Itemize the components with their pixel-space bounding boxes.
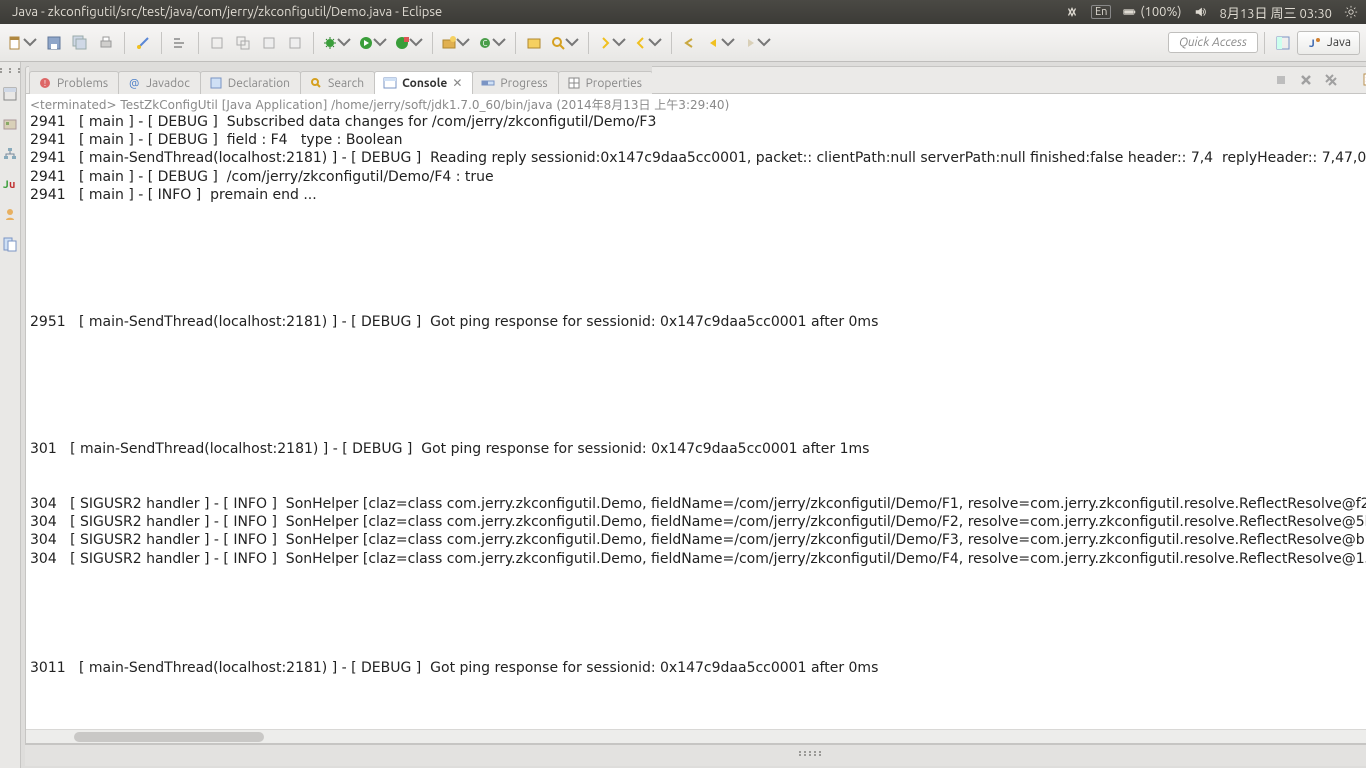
view-tabbar: !Problems @Javadoc Declaration Search Co… [25, 66, 1366, 94]
console-output[interactable]: 2941 [ main ] - [ DEBUG ] Subscribed dat… [26, 113, 1366, 729]
annotation-next-button[interactable] [631, 31, 665, 55]
horizontal-scrollbar[interactable] [26, 729, 1366, 743]
view-toolbar: ⎙ [652, 66, 1366, 94]
left-trim-stack: Ju [0, 62, 21, 768]
new-package-button[interactable] [439, 31, 473, 55]
build-all-button[interactable] [231, 31, 255, 55]
last-edit-button[interactable] [678, 31, 702, 55]
editor-area: !Problems @Javadoc Declaration Search Co… [21, 62, 1366, 768]
junit-icon[interactable]: Ju [0, 174, 20, 194]
debug-button[interactable] [320, 31, 354, 55]
project-explorer-icon[interactable] [0, 234, 20, 254]
svg-text:J: J [1309, 38, 1315, 50]
quick-access-input[interactable]: Quick Access [1168, 32, 1258, 53]
svg-text:J: J [3, 179, 9, 191]
toggle-mark-button[interactable] [257, 31, 281, 55]
toggle-breadcrumb-button[interactable] [168, 31, 192, 55]
svg-text:C: C [483, 39, 488, 48]
open-perspective-button[interactable] [1271, 31, 1295, 55]
window-title: Java - zkconfigutil/src/test/java/com/je… [8, 5, 1065, 19]
hierarchy-icon[interactable] [0, 144, 20, 164]
forward-button[interactable] [740, 31, 774, 55]
java-perspective-button[interactable]: JJava [1297, 31, 1360, 55]
svg-text:u: u [9, 179, 15, 191]
save-button[interactable] [42, 31, 66, 55]
input-method-indicator[interactable]: En [1091, 5, 1111, 19]
remove-all-button[interactable] [1320, 69, 1342, 91]
run-button[interactable] [356, 31, 390, 55]
build-button[interactable] [205, 31, 229, 55]
clear-marks-button[interactable] [283, 31, 307, 55]
network-icon[interactable] [1065, 5, 1079, 19]
close-icon[interactable]: ✕ [452, 76, 462, 90]
svg-text:!: ! [44, 79, 46, 88]
clear-console-button[interactable] [1358, 69, 1366, 91]
main-toolbar: C Quick Access JJava [0, 24, 1366, 62]
tab-search[interactable]: Search [300, 71, 375, 94]
volume-icon[interactable] [1194, 5, 1208, 19]
run-last-button[interactable] [392, 31, 426, 55]
annotation-prev-button[interactable] [595, 31, 629, 55]
restore-view-button[interactable] [0, 84, 20, 104]
console-process-header: <terminated> TestZkConfigUtil [Java Appl… [26, 94, 1366, 113]
console-view: <terminated> TestZkConfigUtil [Java Appl… [25, 94, 1366, 744]
save-all-button[interactable] [68, 31, 92, 55]
link-editor-button[interactable] [131, 31, 155, 55]
workbench: Ju !Problems @Javadoc Declaration Search… [0, 62, 1366, 768]
system-topbar: Java - zkconfigutil/src/test/java/com/je… [0, 0, 1366, 24]
package-explorer-icon[interactable] [0, 114, 20, 134]
gear-icon[interactable] [1344, 5, 1358, 19]
remove-launch-button[interactable] [1295, 69, 1317, 91]
svg-text:@: @ [129, 78, 139, 90]
tab-problems[interactable]: !Problems [29, 71, 119, 94]
open-type-button[interactable] [522, 31, 546, 55]
tab-console[interactable]: Console✕ [374, 71, 473, 94]
tab-javadoc[interactable]: @Javadoc [118, 71, 201, 94]
system-tray: En (100%) 8月13日 周三 03:30 [1065, 3, 1358, 22]
tab-properties[interactable]: Properties [558, 71, 653, 94]
terminate-button[interactable] [1270, 69, 1292, 91]
battery-indicator[interactable]: (100%) [1123, 5, 1181, 19]
tab-declaration[interactable]: Declaration [200, 71, 301, 94]
back-button[interactable] [704, 31, 738, 55]
print-button[interactable] [94, 31, 118, 55]
clock[interactable]: 8月13日 周三 03:30 [1220, 3, 1332, 22]
navigator-icon[interactable] [0, 204, 20, 224]
new-class-button[interactable]: C [475, 31, 509, 55]
tab-progress[interactable]: Progress [472, 71, 558, 94]
status-bar [25, 744, 1366, 766]
search-button[interactable] [548, 31, 582, 55]
new-button[interactable] [6, 31, 40, 55]
